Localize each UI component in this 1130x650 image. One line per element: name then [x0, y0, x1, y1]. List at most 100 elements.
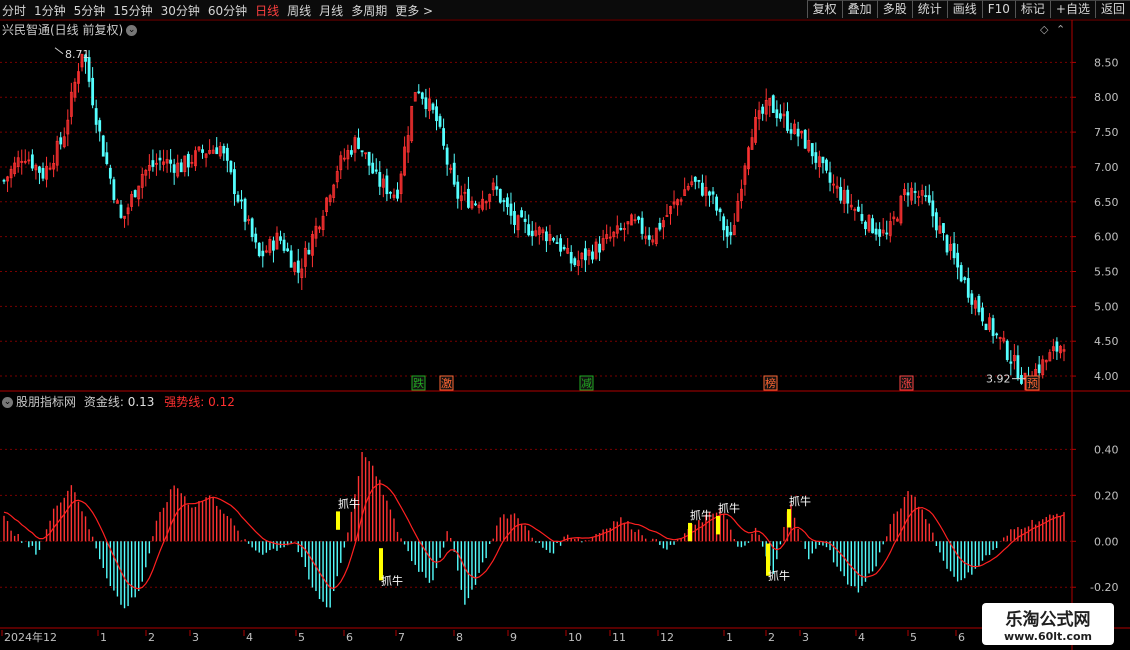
x-tick-label: 11: [612, 631, 626, 644]
candle-body: [279, 236, 282, 241]
candle-body: [647, 235, 651, 240]
event-marker-text: 预: [1027, 377, 1038, 390]
candle-body: [700, 182, 704, 196]
watermark-title: 乐淘公式网: [1005, 610, 1091, 630]
event-marker-text: 榜: [765, 376, 776, 390]
period-tab[interactable]: 5分钟: [74, 4, 106, 18]
toolbar-button[interactable]: 标记: [1014, 0, 1050, 18]
x-tick-label: 1: [100, 631, 107, 644]
toolbar-button[interactable]: 多股: [876, 0, 912, 18]
toolbar-button[interactable]: 返回: [1094, 0, 1130, 18]
x-tick-label: 8: [456, 631, 463, 644]
stock-title: 兴民智通(日线 前复权): [2, 23, 124, 37]
candle-body: [966, 278, 970, 298]
indicator-bars: [3, 451, 1065, 609]
candle-body: [991, 318, 995, 336]
candle-body: [498, 188, 502, 203]
chevron-down-icon[interactable]: ⌄: [126, 25, 138, 36]
candle-body: [179, 162, 183, 173]
candle-body: [1005, 340, 1009, 360]
y-tick-label: 4.00: [1094, 370, 1119, 383]
indicator-name: 股朋指标网: [16, 395, 77, 409]
signal-label: 抓牛: [381, 573, 403, 587]
period-tab[interactable]: 周线: [287, 4, 311, 18]
x-tick-label: 6: [346, 631, 353, 644]
period-tab[interactable]: 更多 >: [395, 4, 433, 18]
strong-line-value: 0.12: [208, 395, 235, 409]
candle-body: [442, 128, 445, 146]
chevron-up-icon: ⌃: [1056, 23, 1065, 36]
candle-body: [640, 217, 644, 234]
x-tick-label: 2: [148, 631, 155, 644]
y-tick-label: 7.00: [1094, 161, 1119, 174]
candle-body: [523, 218, 527, 222]
period-tab[interactable]: 30分钟: [161, 4, 200, 18]
candle-body: [952, 243, 956, 259]
candle-body: [417, 91, 421, 94]
toolbar-button[interactable]: 画线: [946, 0, 982, 18]
period-tab[interactable]: 60分钟: [208, 4, 247, 18]
candle-body: [41, 168, 45, 179]
signal-bar: [716, 516, 720, 535]
candle-body: [229, 160, 233, 173]
candle-body: [186, 153, 190, 168]
candle-body: [913, 191, 917, 193]
candle-body: [555, 242, 559, 245]
candle-body: [942, 223, 945, 233]
toolbar-button[interactable]: 复权: [806, 0, 842, 18]
period-tab[interactable]: 月线: [319, 4, 343, 18]
candle-body: [420, 92, 424, 99]
period-tab[interactable]: 1分钟: [34, 4, 66, 18]
period-tab[interactable]: 15分钟: [113, 4, 152, 18]
toolbar-button[interactable]: 叠加: [841, 0, 877, 18]
y-tick-label: 7.50: [1094, 126, 1119, 139]
toolbar-button[interactable]: +自选: [1049, 0, 1095, 18]
x-tick-label: 4: [858, 631, 865, 644]
event-marker-text: 跌: [413, 376, 424, 390]
y-tick-label: 5.00: [1094, 300, 1119, 313]
period-tab[interactable]: 多周期: [351, 4, 387, 18]
chart-canvas[interactable]: 8.50 8.00 7.50 7.00 6.50 6.00 5.50 5.00 4.50 4.00…: [0, 0, 1130, 650]
candle-body: [885, 232, 889, 235]
pane2-title: ⌄ 股朋指标网 资金线: 0.13 强势线: 0.12: [2, 393, 235, 410]
candle-body: [658, 222, 662, 230]
candle-body: [931, 200, 935, 217]
x-tick-label: 2024年12: [4, 630, 57, 644]
candle-body: [1016, 355, 1020, 379]
x-tick-label: 6: [958, 631, 965, 644]
candle-body: [775, 109, 779, 119]
signal-label: 抓牛: [768, 569, 790, 583]
candle-body: [846, 189, 850, 204]
candle-body: [38, 166, 41, 173]
x-tick-label: 1: [726, 631, 733, 644]
watermark-url: www.60lt.com: [1003, 630, 1093, 643]
x-tick-label: 10: [568, 631, 582, 644]
period-tab[interactable]: 日线: [255, 4, 279, 18]
candle-body: [286, 248, 290, 252]
candle-body: [108, 167, 112, 179]
candle-body: [860, 214, 864, 221]
candle-body: [424, 97, 428, 110]
toolbar-button[interactable]: F10: [981, 0, 1015, 18]
candle-body: [619, 228, 623, 230]
y-tick-label: 0.40: [1094, 443, 1119, 456]
toolbar-button[interactable]: 统计: [911, 0, 947, 18]
candle-body: [559, 238, 562, 252]
period-tab[interactable]: 分时: [2, 4, 26, 18]
x-tick-label: 5: [298, 631, 305, 644]
candle-body: [307, 249, 311, 255]
candle-body: [201, 149, 204, 153]
candle-body: [520, 210, 523, 218]
signal-bar: [336, 511, 340, 530]
candle-body: [158, 157, 162, 161]
y-tick-label: 0.20: [1094, 489, 1119, 502]
chevron-down-icon[interactable]: ⌄: [2, 397, 13, 408]
candle-body: [389, 191, 392, 194]
candle-body: [1020, 375, 1023, 384]
candle-body: [215, 147, 219, 155]
candle-body: [810, 143, 814, 157]
candle-body: [94, 108, 98, 125]
candle-body: [934, 212, 938, 231]
candle-body: [474, 203, 477, 206]
candle-body: [101, 135, 105, 157]
